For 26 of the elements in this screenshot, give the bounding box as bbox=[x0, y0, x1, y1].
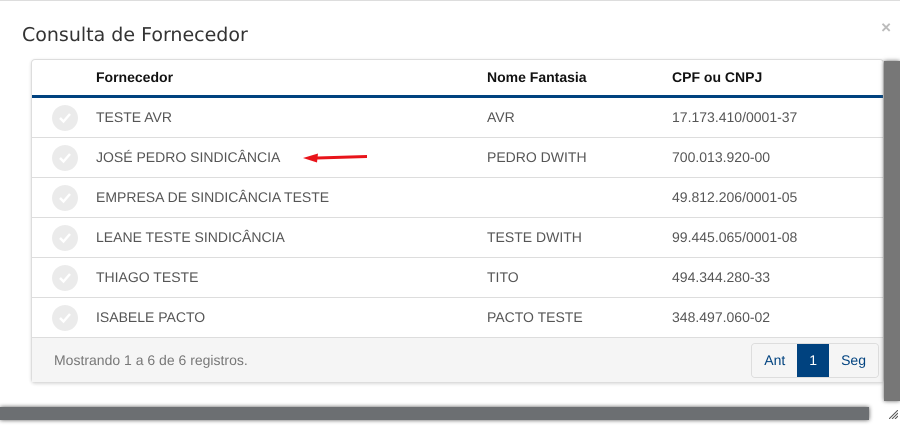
table-cell: 700.013.920-00 bbox=[672, 149, 770, 165]
table-cell: 494.344.280-33 bbox=[672, 269, 770, 285]
table-cell: 99.445.065/0001-08 bbox=[672, 229, 798, 245]
table-cell: 17.173.410/0001-37 bbox=[672, 109, 798, 125]
table-cell-text: LEANE TESTE SINDICÂNCIA bbox=[96, 228, 285, 247]
table-cell: 49.812.206/0001-05 bbox=[672, 189, 798, 205]
table-cell: PEDRO DWITH bbox=[487, 149, 587, 165]
column-header: Nome Fantasia bbox=[487, 69, 587, 85]
table-cell-text: TESTE AVR bbox=[96, 108, 172, 127]
modal-title: Consulta de Fornecedor bbox=[22, 23, 248, 48]
scrollbar[interactable] bbox=[884, 61, 900, 401]
table-cell-text: EMPRESA DE SINDICÂNCIA TESTE bbox=[96, 188, 330, 207]
table-cell: 348.497.060-02 bbox=[672, 309, 770, 325]
records-info: Mostrando 1 a 6 de 6 registros. bbox=[54, 350, 248, 370]
table-cell-text: ISABELE PACTO bbox=[96, 308, 206, 327]
page-button[interactable]: 1 bbox=[797, 344, 830, 376]
scrollbar[interactable] bbox=[0, 407, 869, 420]
table-cell: PACTO TESTE bbox=[487, 309, 583, 325]
column-header: CPF ou CNPJ bbox=[672, 69, 762, 85]
table-cell: TESTE DWITH bbox=[487, 229, 582, 245]
table-cell-text: JOSÉ PEDRO SINDICÂNCIA bbox=[96, 148, 280, 167]
table-cell: TITO bbox=[487, 269, 519, 285]
table-cell-text: THIAGO TESTE bbox=[96, 268, 198, 287]
column-header: Fornecedor bbox=[96, 69, 174, 85]
resize-grip-icon[interactable] bbox=[889, 410, 898, 419]
table-cell: AVR bbox=[487, 109, 515, 125]
